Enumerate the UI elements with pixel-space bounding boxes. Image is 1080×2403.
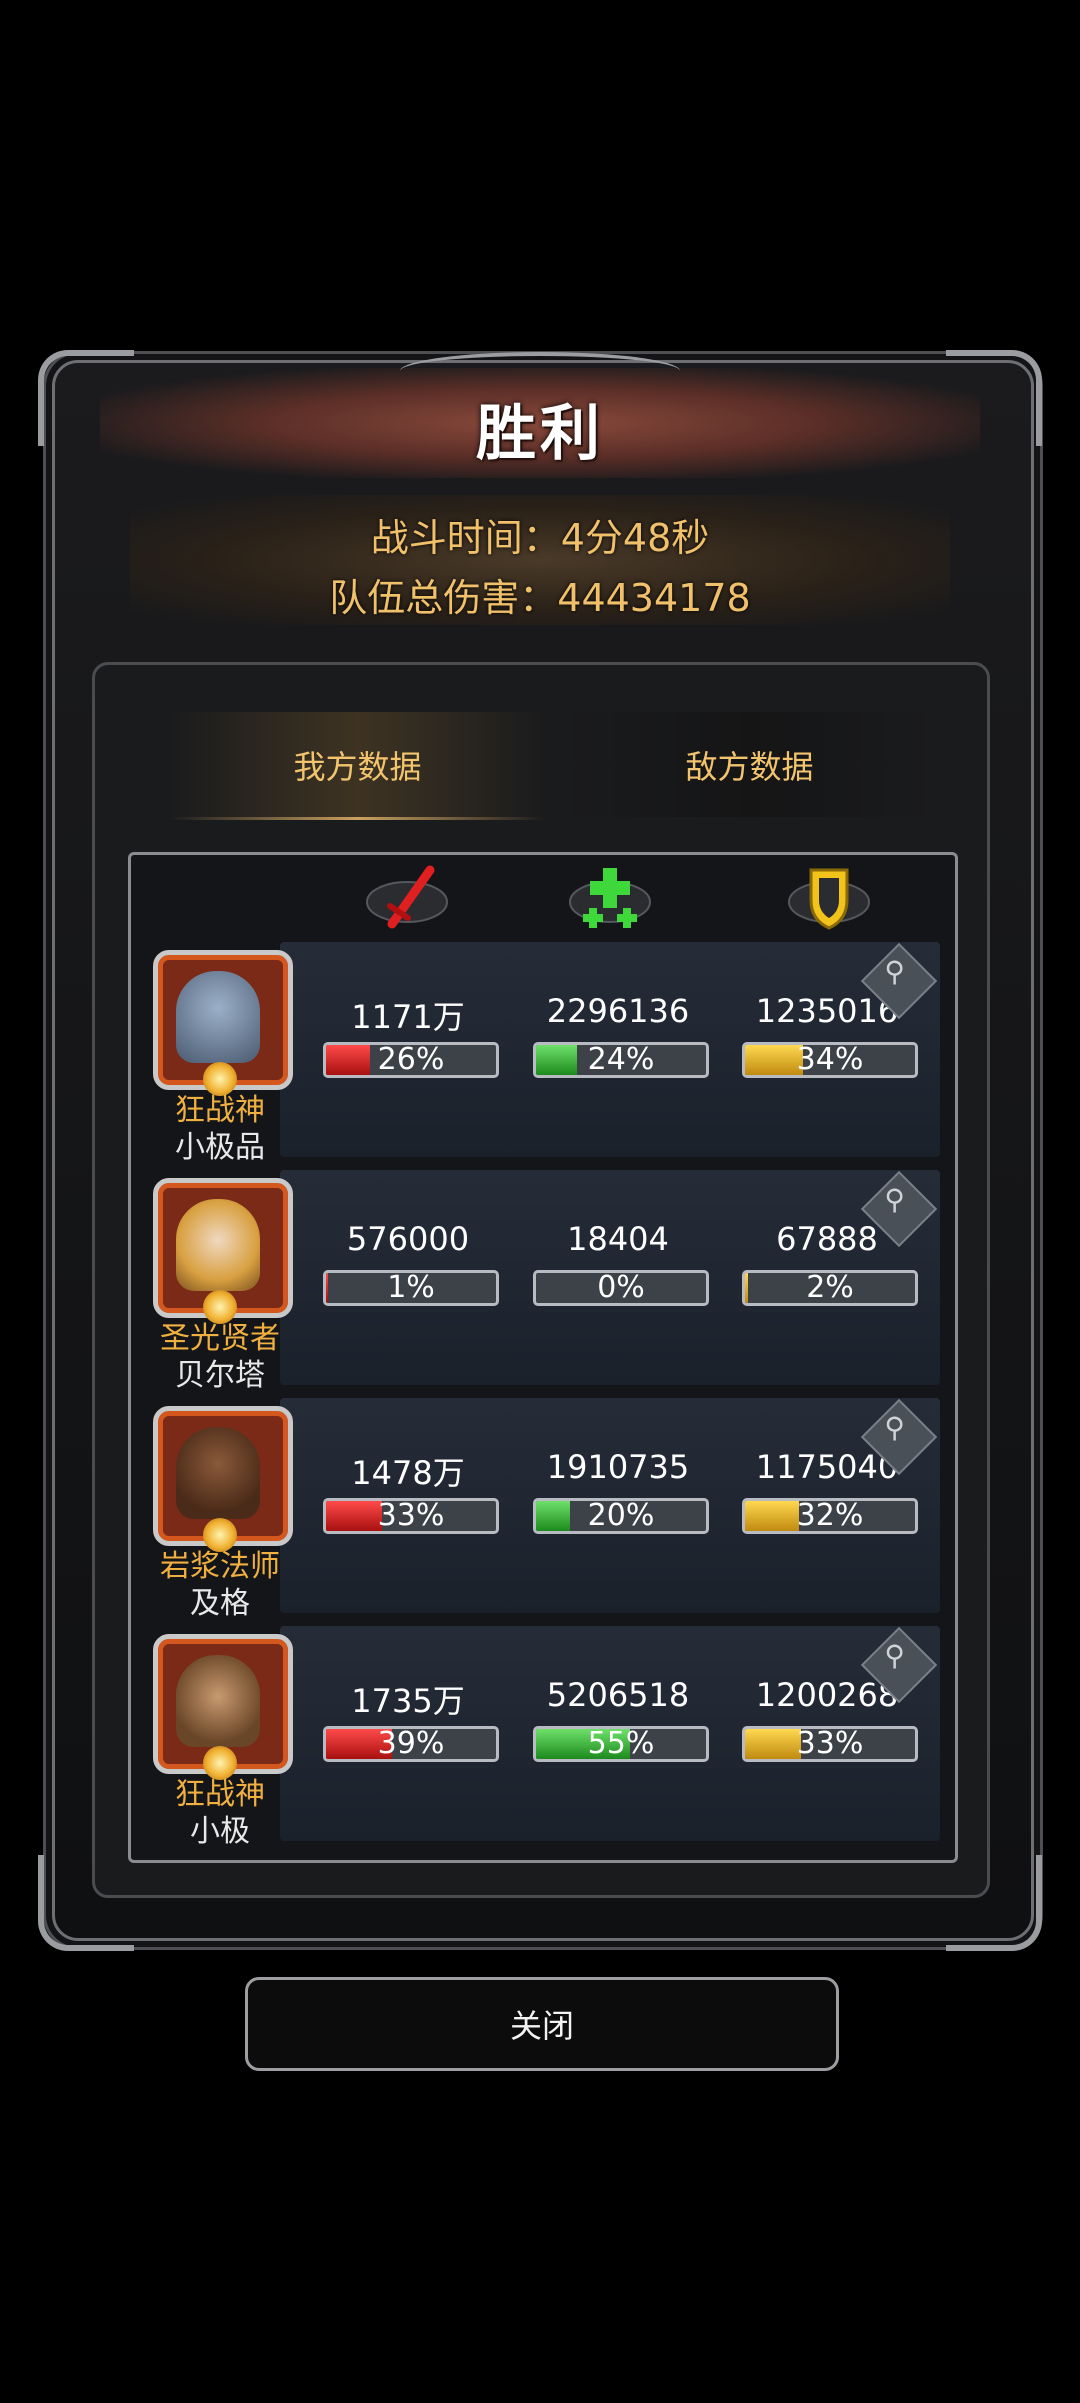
hero-name: 小极 <box>190 1814 250 1849</box>
tab-enemy-data[interactable]: 敌方数据 <box>562 712 937 817</box>
damage-share-bar: 26% <box>323 1042 499 1078</box>
hero-name: 贝尔塔 <box>175 1358 265 1393</box>
hero-name: 小极品 <box>175 1130 265 1165</box>
heal-value: 2296136 <box>546 992 690 1030</box>
heal-cross-icon <box>569 868 651 928</box>
tab-our-data[interactable]: 我方数据 <box>170 712 545 817</box>
close-button[interactable]: 关闭 <box>245 1977 839 2071</box>
sword-icon <box>366 865 448 929</box>
shield-icon <box>788 868 870 930</box>
heal-value: 1910735 <box>546 1448 690 1486</box>
heal-share-bar: 24% <box>533 1042 709 1078</box>
active-tab-indicator <box>170 817 545 820</box>
damage-value: 1478万 <box>351 1454 465 1492</box>
heal-share-bar: 20% <box>533 1498 709 1534</box>
heal-value: 5206518 <box>546 1676 690 1714</box>
damage-value: 1171万 <box>351 998 465 1036</box>
tank-share-bar: 2% <box>742 1270 918 1306</box>
damage-share-bar: 39% <box>323 1726 499 1762</box>
heal-share-bar: 0% <box>533 1270 709 1306</box>
tank-share-bar: 33% <box>742 1726 918 1762</box>
battle-time: 战斗时间：4分48秒 <box>370 516 710 560</box>
tank-share-bar: 32% <box>742 1498 918 1534</box>
tank-share-bar: 34% <box>742 1042 918 1078</box>
heal-value: 18404 <box>567 1220 669 1258</box>
damage-value: 1735万 <box>351 1682 465 1720</box>
team-total-damage: 队伍总伤害：44434178 <box>329 576 751 620</box>
page-title: 胜利 <box>476 399 604 469</box>
damage-share-bar: 33% <box>323 1498 499 1534</box>
heal-share-bar: 55% <box>533 1726 709 1762</box>
hero-name: 及格 <box>190 1586 250 1621</box>
damage-value: 576000 <box>346 1220 470 1258</box>
damage-share-bar: 1% <box>323 1270 499 1306</box>
